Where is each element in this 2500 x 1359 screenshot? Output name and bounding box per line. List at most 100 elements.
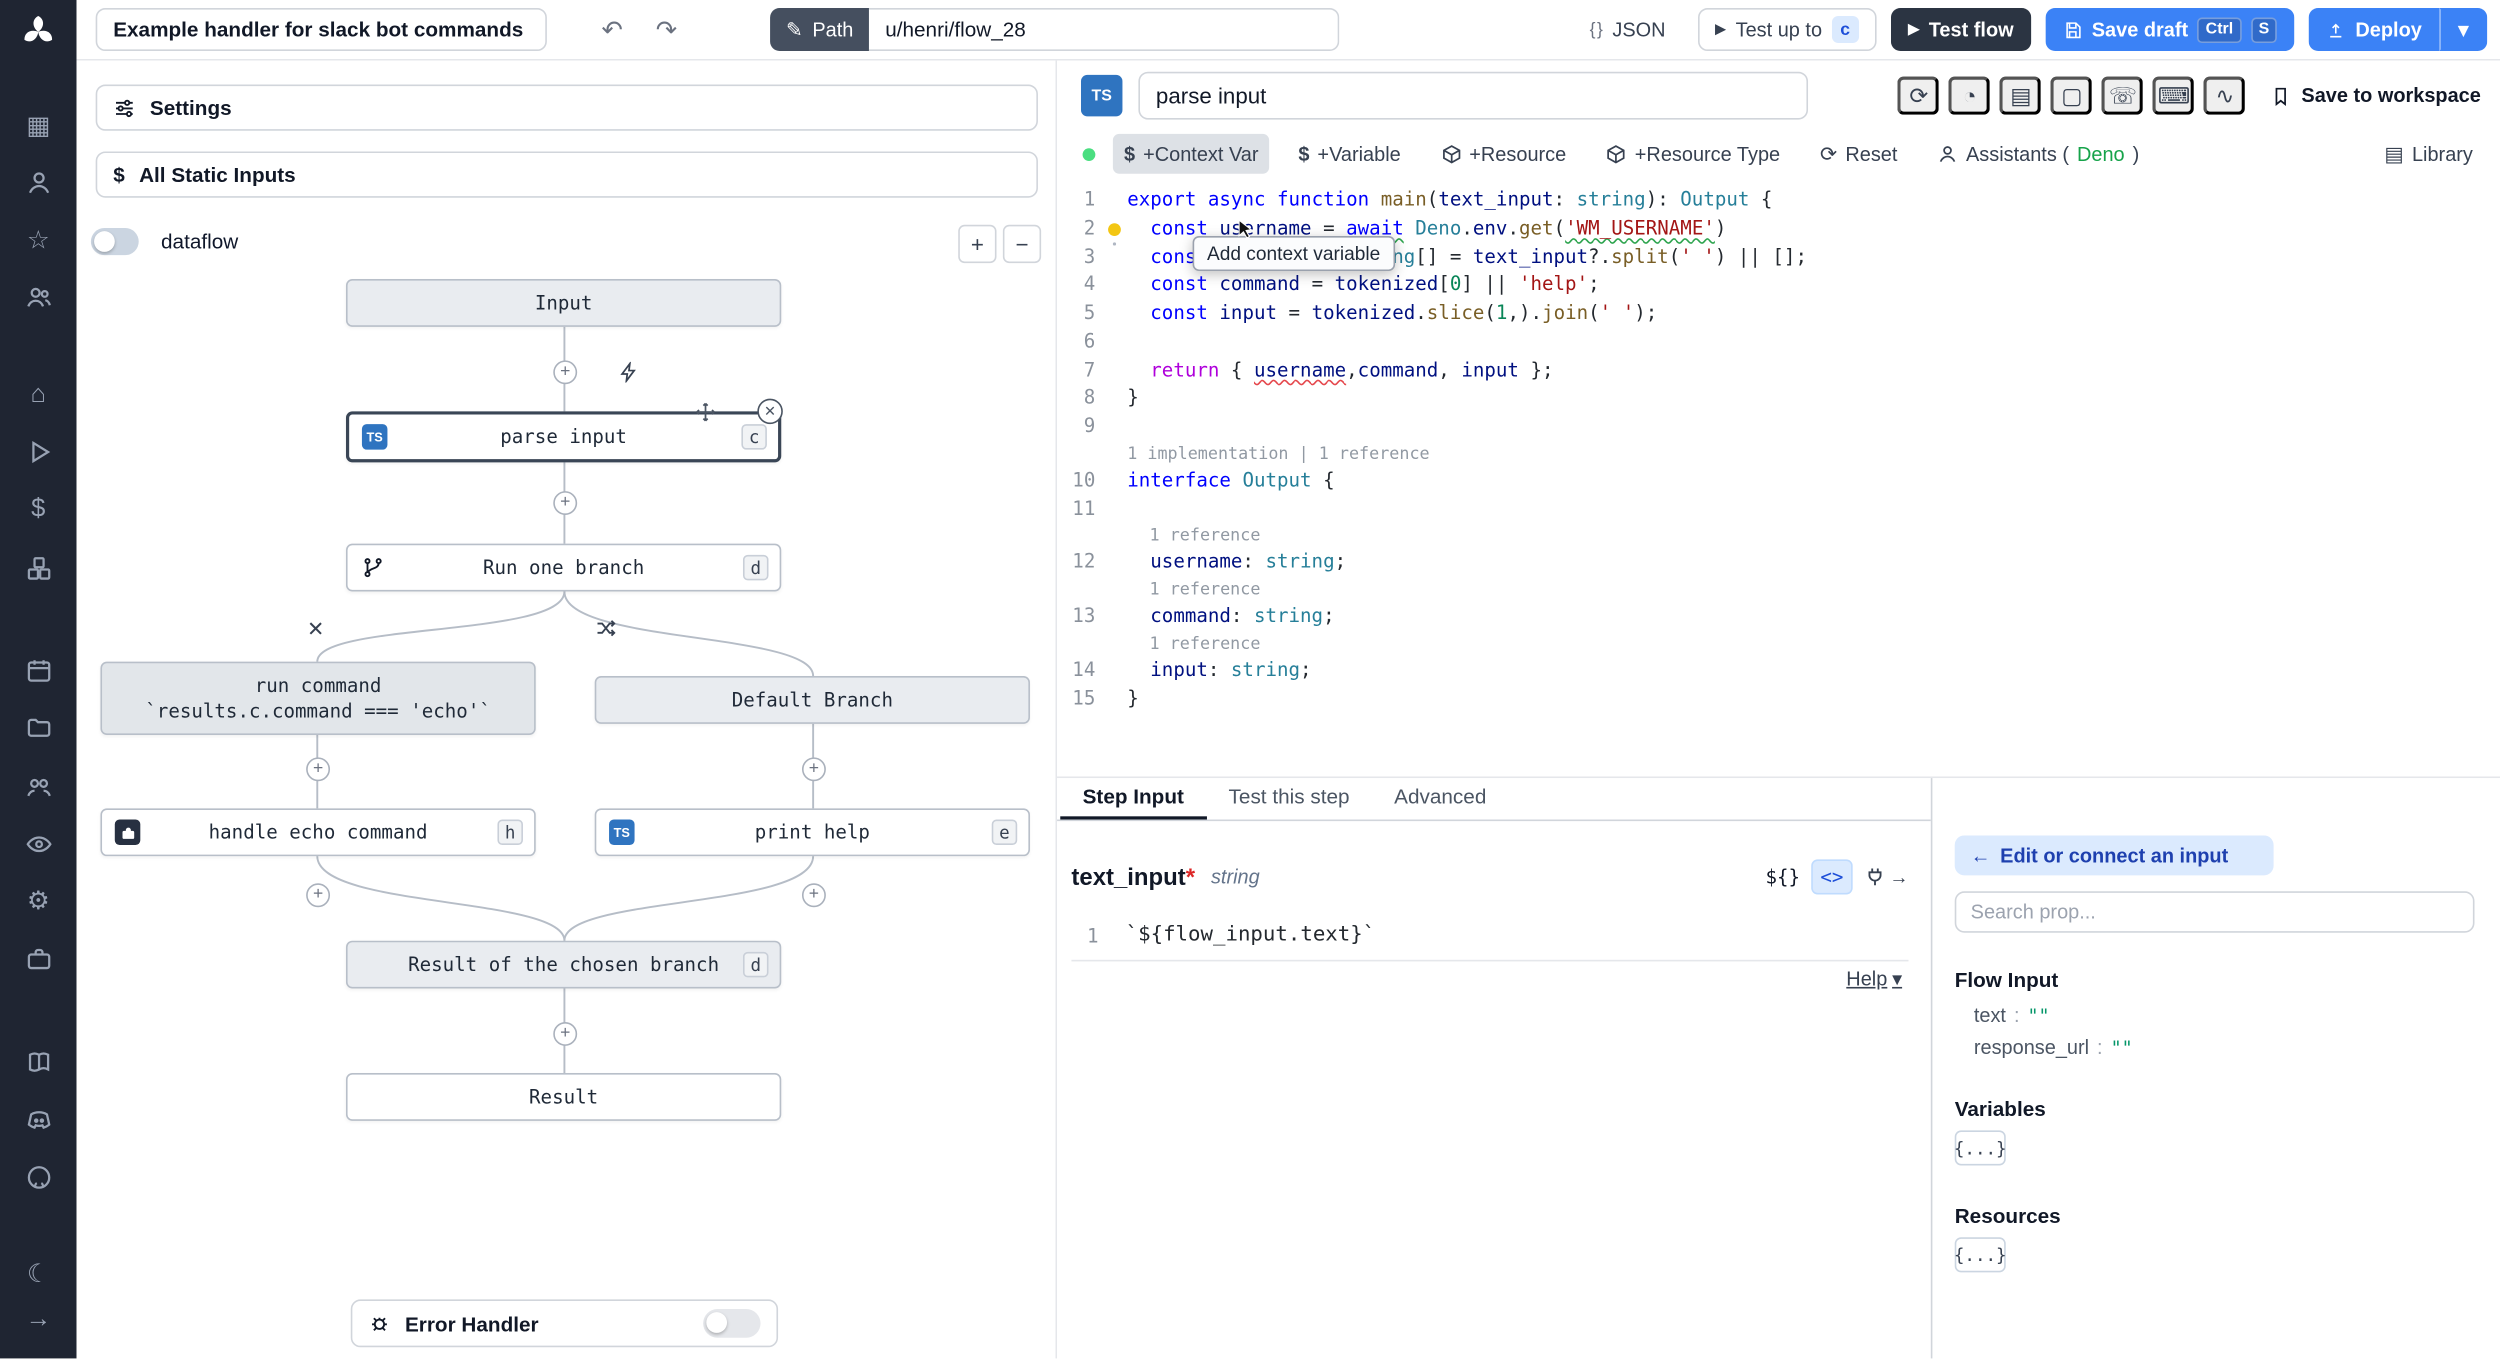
zoom-out-button[interactable]: − (1002, 224, 1042, 264)
workers-briefcase-icon[interactable] (13, 936, 64, 981)
app-sidebar: ▦ ☆ ⌂ $ ⚙ ☾ → (0, 0, 77, 1359)
error-handler-label: Error Handler (404, 1311, 539, 1336)
phone-icon[interactable]: ☏ (2102, 76, 2144, 115)
test-up-to-button[interactable]: ▶ Test up to c (1697, 7, 1877, 52)
connect-input-button[interactable]: → (1864, 866, 1908, 888)
static-inputs-button[interactable]: $ All Static Inputs (95, 151, 1038, 198)
node-result[interactable]: Result (345, 1073, 782, 1121)
add-context-var-button[interactable]: $ +Context Var (1112, 133, 1270, 174)
add-step-icon[interactable]: + (306, 757, 331, 782)
node-handle-echo-command[interactable]: handle echo command h (100, 808, 536, 857)
step-name-input[interactable]: parse input (1138, 71, 1809, 120)
gauge-icon[interactable]: ◔ (1949, 76, 1991, 115)
flow-settings-button[interactable]: Settings (95, 84, 1038, 131)
help-link[interactable]: Help ▾ (1846, 966, 1902, 990)
refresh-icon[interactable]: ⟳ (1898, 76, 1940, 115)
users-icon[interactable] (13, 275, 64, 320)
docs-icon[interactable]: ▤ (2000, 76, 2042, 115)
runs-play-icon[interactable] (13, 430, 64, 475)
tooltip: Add context variable (1192, 235, 1395, 272)
add-resource-button[interactable]: +Resource (1429, 134, 1577, 174)
variables-dollar-icon[interactable]: $ (13, 488, 64, 533)
resources-expand-button[interactable]: {...} (1954, 1237, 2007, 1273)
tab-step-input[interactable]: Step Input (1060, 778, 1207, 820)
remove-branch-icon[interactable]: ✕ (303, 617, 329, 643)
prop-row-text[interactable]: text : "" (1974, 1004, 2475, 1026)
groups-icon[interactable] (13, 763, 64, 808)
expand-sidebar-icon[interactable]: → (13, 1297, 64, 1342)
apps-grid-icon[interactable]: ▦ (13, 103, 64, 148)
schedules-calendar-icon[interactable] (13, 648, 64, 693)
zoom-in-button[interactable]: + (958, 224, 997, 264)
audit-eye-icon[interactable] (13, 821, 64, 866)
deploy-options-button[interactable]: ▾ (2439, 7, 2488, 52)
flow-title-input[interactable]: Example handler for slack bot commands (95, 7, 547, 52)
swap-branches-icon[interactable] (593, 615, 619, 641)
node-label: Input (534, 291, 593, 315)
save-to-workspace-button[interactable]: Save to workspace (2255, 85, 2484, 107)
add-resource-type-button[interactable]: +Resource Type (1595, 134, 1791, 174)
search-prop-input[interactable] (1954, 891, 2475, 933)
node-default-branch[interactable]: Default Branch (594, 676, 1030, 724)
add-step-icon[interactable]: + (801, 757, 826, 782)
docs-book-icon[interactable] (13, 1039, 64, 1084)
node-print-help[interactable]: TS print help e (594, 808, 1030, 857)
bolt-icon[interactable] (615, 359, 641, 385)
delete-step-icon[interactable]: ✕ (757, 398, 783, 425)
reset-button[interactable]: ⟳ Reset (1809, 134, 1909, 174)
path-button[interactable]: ✎ Path (770, 7, 870, 52)
test-flow-button[interactable]: ▶ Test flow (1890, 7, 2032, 52)
tab-test-this-step[interactable]: Test this step (1206, 778, 1372, 819)
node-run-command-branch[interactable]: run command `results.c.command === 'echo… (100, 661, 536, 736)
star-icon[interactable]: ☆ (13, 218, 64, 263)
save-draft-button[interactable]: Save draft Ctrl S (2045, 7, 2295, 52)
node-input[interactable]: Input (345, 279, 782, 327)
discord-icon[interactable] (13, 1097, 64, 1142)
node-run-one-branch[interactable]: Run one branch d (345, 543, 782, 592)
resources-boxes-icon[interactable] (13, 545, 64, 590)
folders-icon[interactable] (13, 706, 64, 751)
node-branch-result[interactable]: Result of the chosen branch d (345, 940, 782, 989)
puzzle-icon (114, 819, 141, 846)
template-var-button[interactable]: ${} (1765, 866, 1800, 888)
redo-button[interactable]: ↷ (646, 9, 687, 50)
flow-graph-panel: Settings $ All Static Inputs dataflow + … (76, 60, 1058, 1359)
code-mode-toggle[interactable]: <> (1811, 859, 1853, 895)
github-icon[interactable] (13, 1154, 64, 1199)
keyboard-icon[interactable]: ⌨ (2153, 76, 2195, 115)
user-icon[interactable] (13, 160, 64, 205)
library-button[interactable]: ▤ Library (2373, 134, 2484, 174)
path-input[interactable]: u/henri/flow_28 (869, 7, 1340, 52)
required-asterisk: * (1185, 863, 1196, 891)
undo-button[interactable]: ↶ (592, 9, 633, 50)
move-step-icon[interactable] (692, 399, 718, 425)
variables-expand-button[interactable]: {...} (1954, 1130, 2007, 1166)
settings-gear-icon[interactable]: ⚙ (13, 879, 64, 924)
add-step-icon[interactable]: + (553, 491, 578, 515)
json-button[interactable]: { } JSON (1572, 8, 1683, 51)
add-variable-button[interactable]: $ +Variable (1287, 134, 1412, 174)
input-expression-editor[interactable]: 1 `${flow_input.text}` (1057, 923, 1908, 947)
voicemail-icon[interactable]: ∿ (2204, 76, 2246, 115)
error-handler-row[interactable]: Error Handler (350, 1299, 779, 1348)
add-step-icon[interactable]: + (306, 883, 331, 908)
package-icon (1441, 143, 1462, 164)
add-step-icon[interactable]: + (553, 360, 578, 385)
dollar-icon: $ (1124, 142, 1136, 166)
dataflow-toggle[interactable] (90, 227, 139, 256)
add-step-icon[interactable]: + (801, 883, 826, 908)
window-icon[interactable]: ▢ (2051, 76, 2093, 115)
add-step-icon[interactable]: + (553, 1022, 578, 1046)
prop-row-response-url[interactable]: response_url : "" (1974, 1036, 2475, 1058)
prop-value: "" (2110, 1036, 2133, 1059)
tab-advanced[interactable]: Advanced (1372, 778, 1509, 819)
edit-or-connect-button[interactable]: ← Edit or connect an input (1954, 835, 2274, 876)
error-handler-toggle[interactable] (703, 1308, 761, 1338)
theme-moon-icon[interactable]: ☾ (13, 1251, 64, 1296)
windmill-logo-icon[interactable] (19, 13, 57, 51)
lightbulb-icon[interactable] (1108, 222, 1121, 236)
home-icon[interactable]: ⌂ (13, 372, 64, 417)
assistants-button[interactable]: Assistants (Deno) (1926, 134, 2150, 174)
node-label: Run one branch (482, 556, 645, 579)
deploy-button[interactable]: Deploy (2309, 7, 2440, 52)
